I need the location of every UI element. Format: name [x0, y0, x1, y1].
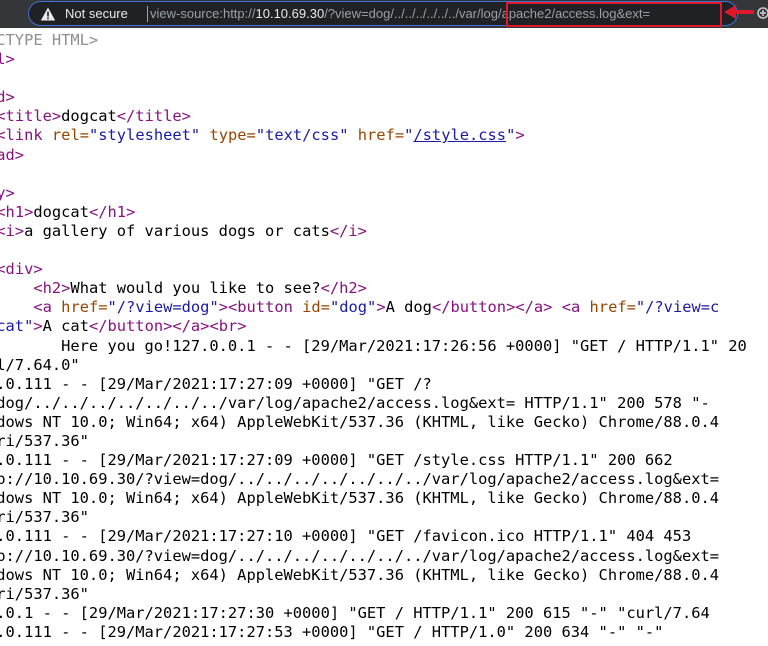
source-line-blank — [0, 69, 747, 88]
source-line-body: dy> — [0, 183, 15, 202]
log-line: ari/537.36" — [0, 508, 89, 527]
log-line: ndows NT 10.0; Win64; x64) AppleWebKit/5… — [0, 565, 720, 584]
log-line: ari/537.36" — [0, 584, 89, 603]
security-label[interactable]: Not secure — [65, 5, 128, 22]
log-line: Here you go!127.0.0.1 - - [29/Mar/2021:1… — [0, 336, 747, 355]
source-line-anchors: <a href="/?view=dog"><button id="dog">A … — [33, 298, 720, 317]
log-line: ndows NT 10.0; Win64; x64) AppleWebKit/5… — [0, 489, 720, 508]
source-line-head: ad> — [0, 88, 15, 107]
source-line-head-close: ead> — [0, 145, 25, 164]
source-line-title: <title>dogcat</title> — [0, 107, 191, 126]
source-line-doctype: OCTYPE HTML> — [0, 31, 99, 49]
log-line: 7.0.111 - - [29/Mar/2021:17:27:53 +0000]… — [0, 622, 664, 641]
log-line: 7.0.111 - - [29/Mar/2021:17:27:09 +0000]… — [0, 451, 673, 470]
warning-icon[interactable] — [40, 6, 56, 22]
log-line: =dog/../../../../../../../var/log/apache… — [0, 393, 710, 412]
source-line-link: <link rel="stylesheet" type="text/css" h… — [0, 126, 525, 145]
log-line: rl/7.64.0" — [0, 355, 80, 374]
url-scheme: view-source:http:// — [150, 6, 256, 21]
page-source: OCTYPE HTML>ml> ad> <title>dogcat</title>… — [0, 31, 747, 642]
browser-toolbar: Not secure view-source:http://10.10.69.3… — [0, 0, 768, 28]
source-line-html: ml> — [0, 50, 15, 69]
cat-link[interactable]: "/?view=c — [636, 298, 719, 316]
log-line: tp://10.10.69.30/?view=dog/../../../../.… — [0, 546, 720, 565]
log-line: 7.0.111 - - [29/Mar/2021:17:27:09 +0000]… — [0, 374, 432, 393]
log-line: 7.0.111 - - [29/Mar/2021:17:27:10 +0000]… — [0, 527, 692, 546]
source-line-h1: <h1>dogcat</h1> — [0, 202, 136, 221]
url-host: 10.10.69.30 — [255, 6, 325, 21]
style-css-link[interactable]: /style.css — [413, 126, 506, 144]
url-path-prefix: /?view=dog/../../../../../.. — [324, 6, 456, 21]
source-line-blank — [0, 241, 747, 260]
dog-link[interactable]: "/?view=dog" — [108, 298, 219, 316]
extension-icon[interactable] — [756, 6, 768, 20]
source-line-italic: <i>a gallery of various dogs or cats</i> — [0, 221, 367, 240]
arrow-left-icon — [724, 5, 754, 19]
source-line-div: <div> — [0, 260, 43, 279]
omnibox-divider — [147, 6, 148, 22]
source-line-blank — [0, 165, 747, 184]
log-line: 0.0.1 - - [29/Mar/2021:17:27:30 +0000] "… — [0, 603, 710, 622]
log-line: ndows NT 10.0; Win64; x64) AppleWebKit/5… — [0, 412, 720, 431]
source-line-cat-button: "cat">A cat</button></a><br> — [0, 317, 247, 336]
url-highlight-box — [506, 2, 722, 27]
log-line: ari/537.36" — [0, 431, 89, 450]
log-line: tp://10.10.69.30/?view=dog/../../../../.… — [0, 470, 720, 489]
source-line-h2: <h2>What would you like to see?</h2> — [33, 279, 367, 298]
